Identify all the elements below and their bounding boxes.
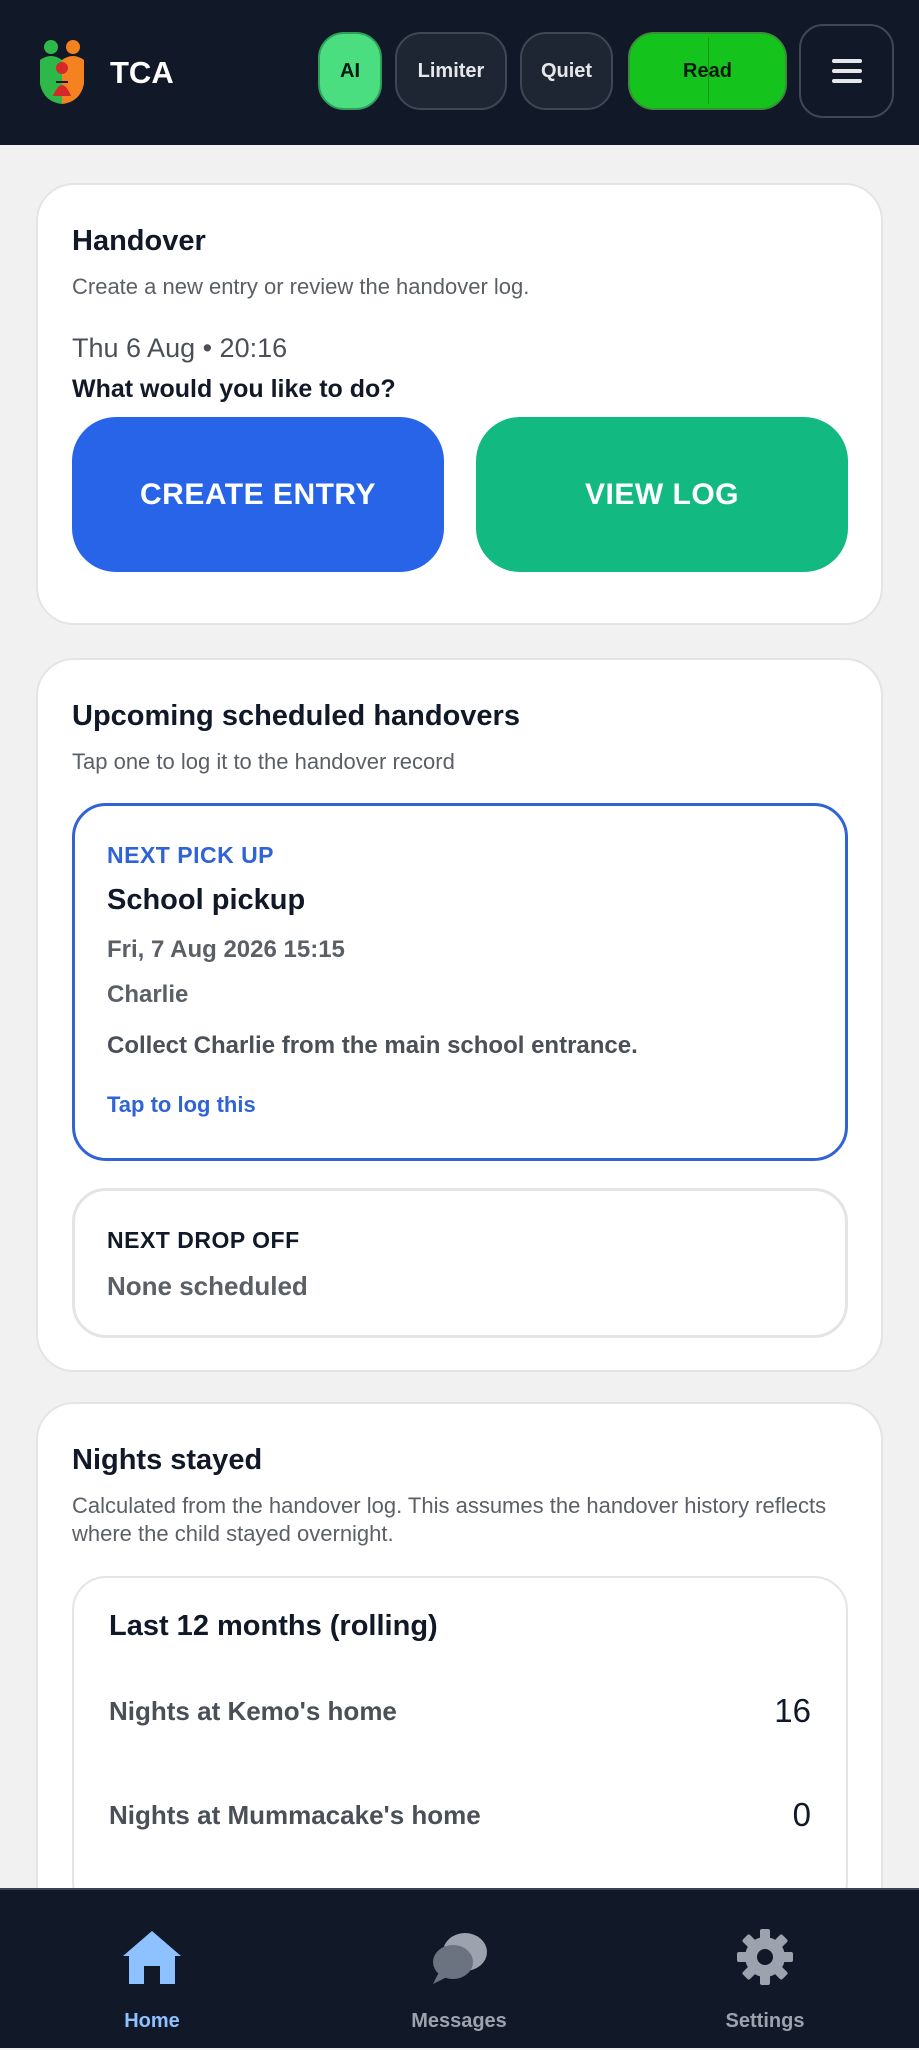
nights-stayed-card: Nights stayed Calculated from the handov… [36,1402,883,1922]
next-pickup-card[interactable]: NEXT PICK UP School pickup Fri, 7 Aug 20… [72,803,848,1161]
ai-toggle-button[interactable]: AI [318,32,382,110]
pickup-datetime: Fri, 7 Aug 2026 15:15 [107,936,345,963]
next-dropoff-label: NEXT DROP OFF [107,1227,300,1253]
pickup-note: Collect Charlie from the main school ent… [107,1032,638,1059]
quiet-toggle-button[interactable]: Quiet [520,32,613,110]
nights-row-value: 0 [792,1796,811,1833]
nav-item-home[interactable]: Home [52,1890,252,2050]
nav-item-settings[interactable]: Settings [665,1890,865,2050]
next-dropoff-card: NEXT DROP OFF None scheduled [72,1188,848,1338]
gear-icon [737,1929,793,1985]
dropoff-status: None scheduled [107,1271,308,1301]
period-title: Last 12 months (rolling) [109,1610,438,1642]
nav-item-messages[interactable]: Messages [359,1890,559,2050]
read-toggle-divider [708,38,709,104]
pickup-child: Charlie [107,981,189,1008]
limiter-toggle-button[interactable]: Limiter [395,32,507,110]
upcoming-title: Upcoming scheduled handovers [72,700,520,732]
handover-datetime: Thu 6 Aug • 20:16 [72,333,288,363]
bottom-navigation: Home Messages Settings [0,1888,919,2048]
nights-row-label: Nights at Mummacake's home [109,1800,481,1830]
upcoming-subtitle: Tap one to log it to the handover record [72,749,455,774]
top-bar: TCA AI Limiter Quiet Read [0,0,919,145]
nav-label-settings: Settings [725,2010,805,2032]
nights-period-panel: Last 12 months (rolling) Nights at Kemo'… [72,1576,848,1916]
nights-title: Nights stayed [72,1444,263,1476]
handover-card: Handover Create a new entry or review th… [36,183,883,625]
nights-row-label: Nights at Kemo's home [109,1696,397,1726]
chat-bubbles-icon [433,1933,487,1984]
brand: TCA [34,38,174,108]
pickup-title: School pickup [107,884,306,916]
upcoming-handovers-card: Upcoming scheduled handovers Tap one to … [36,658,883,1372]
handover-title: Handover [72,225,206,257]
tap-to-log-link[interactable]: Tap to log this [107,1092,256,1118]
home-icon [123,1931,181,1984]
nights-subtitle: Calculated from the handover log. This a… [72,1493,827,1546]
read-toggle-button[interactable]: Read [628,32,787,110]
nights-row-value: 16 [774,1692,811,1729]
create-entry-button[interactable]: CREATE ENTRY [72,417,444,572]
handover-subtitle: Create a new entry or review the handove… [72,274,530,299]
nav-label-home: Home [124,2010,180,2032]
menu-button[interactable] [799,24,894,118]
family-logo-icon [40,40,84,104]
nav-label-messages: Messages [411,2010,507,2032]
app-name: TCA [110,55,174,90]
view-log-button[interactable]: VIEW LOG [476,417,848,572]
hamburger-menu-icon [831,59,862,83]
handover-prompt: What would you like to do? [72,375,396,403]
next-pickup-label: NEXT PICK UP [107,842,275,868]
